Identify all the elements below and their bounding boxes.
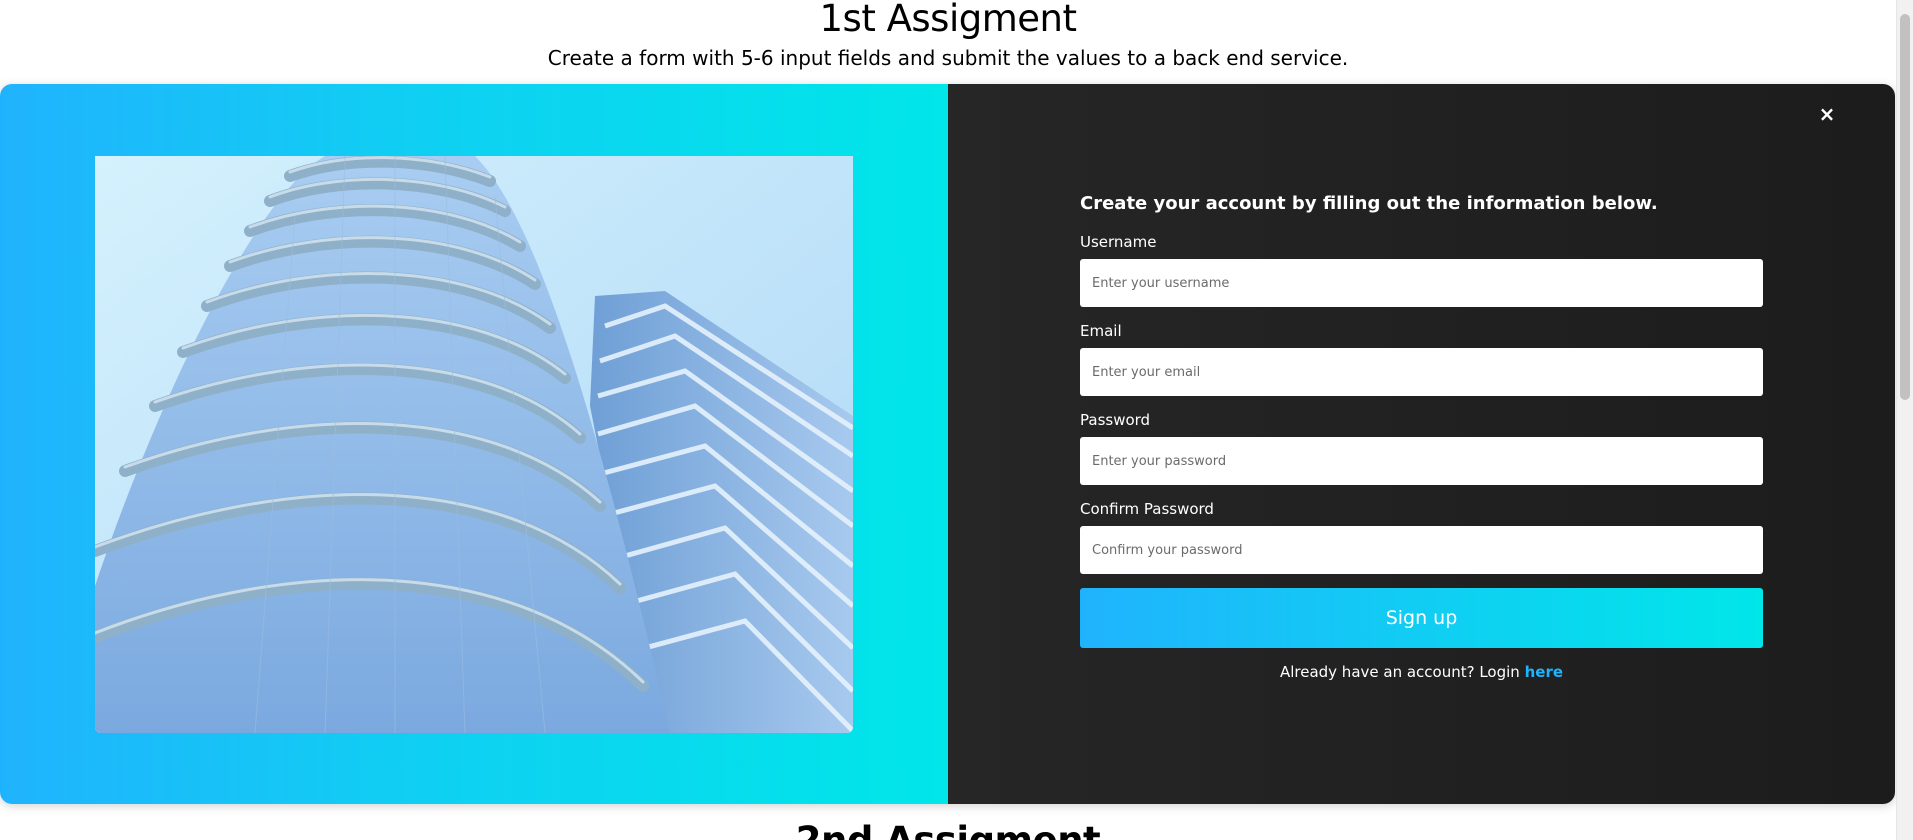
- signup-modal: × Create your account by filling out the…: [0, 84, 1895, 804]
- signup-button[interactable]: Sign up: [1080, 588, 1763, 648]
- page-scrollbar[interactable]: [1896, 0, 1913, 840]
- page: 1st Assigment Create a form with 5-6 inp…: [0, 0, 1913, 840]
- username-label: Username: [1080, 233, 1157, 251]
- confirm-password-label: Confirm Password: [1080, 500, 1214, 518]
- modal-image-panel: [0, 84, 948, 804]
- page-title: 1st Assigment: [819, 0, 1077, 40]
- username-field[interactable]: [1080, 259, 1763, 307]
- login-prompt-text: Already have an account? Login: [1279, 663, 1520, 681]
- next-section-title: 2nd Assigment: [0, 818, 1896, 840]
- form-title: Create your account by filling out the i…: [1080, 193, 1658, 214]
- building-photo: [95, 156, 853, 733]
- email-label: Email: [1080, 322, 1122, 340]
- page-content: 1st Assigment Create a form with 5-6 inp…: [0, 0, 1896, 840]
- password-label: Password: [1080, 411, 1151, 429]
- modal-form-panel: × Create your account by filling out the…: [948, 84, 1895, 804]
- confirm-password-field[interactable]: [1080, 526, 1763, 574]
- login-link[interactable]: here: [1525, 663, 1563, 681]
- scrollbar-thumb[interactable]: [1900, 14, 1910, 400]
- signup-form: Create your account by filling out the i…: [1080, 192, 1763, 682]
- page-subtitle: Create a form with 5-6 input fields and …: [547, 46, 1349, 70]
- password-field[interactable]: [1080, 437, 1763, 485]
- email-field[interactable]: [1080, 348, 1763, 396]
- login-prompt: Already have an account? Login here: [1080, 662, 1763, 682]
- close-icon[interactable]: ×: [1816, 104, 1838, 124]
